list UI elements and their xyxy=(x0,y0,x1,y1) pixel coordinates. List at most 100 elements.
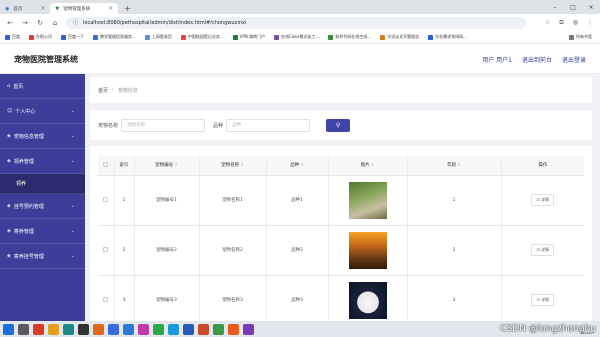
browser-tab-active[interactable]: ▼ 宠物管理系统 × xyxy=(50,3,119,14)
sidebar-item-3[interactable]: ◈ 领养管理 ⌄ xyxy=(0,149,85,174)
extensions-icon[interactable]: ⧉ xyxy=(559,19,563,27)
sidebar-item-6[interactable]: ◈ 寄养管理 ⌄ xyxy=(0,219,85,244)
sort-icon[interactable]: ⇕ xyxy=(241,162,244,167)
chrome-taskbar-icon[interactable] xyxy=(33,323,44,335)
sidebar-item-2[interactable]: ◈ 宠物信息管理 ⌄ xyxy=(0,124,85,149)
home-icon: ⌂ xyxy=(7,83,11,89)
qq-taskbar-icon[interactable] xyxy=(168,323,179,335)
tab-title: 首页 xyxy=(13,6,23,12)
select-all-checkbox[interactable] xyxy=(103,161,109,167)
bookmark-favicon-icon xyxy=(29,34,34,40)
sidebar-item-label: 寄养挂号管理 xyxy=(13,253,44,260)
logout-link[interactable]: 退出登录 xyxy=(562,55,586,64)
bookmark-star-icon[interactable]: ☆ xyxy=(545,19,550,27)
browser-tab-home[interactable]: ◉ 首页 × xyxy=(0,3,50,14)
file-explorer-taskbar-icon[interactable] xyxy=(48,323,59,335)
breadcrumb-home[interactable]: 首页 xyxy=(98,87,108,94)
detail-button[interactable]: ⊡ 详情 xyxy=(531,244,555,256)
bookmark-item[interactable]: 中国校园登记业务... xyxy=(180,34,224,40)
current-user-link[interactable]: 用户 用户1 xyxy=(482,55,512,64)
ppt-taskbar-icon[interactable] xyxy=(198,323,209,335)
col-pet-code[interactable]: 宠物编号 ⇕ xyxy=(134,156,200,176)
search-button[interactable]: ⚲ xyxy=(326,118,351,132)
cell-index: 2 xyxy=(114,225,135,276)
postman-taskbar-icon[interactable] xyxy=(228,323,239,335)
breadcrumb: 首页 / 宠物信息 xyxy=(90,77,592,103)
sidebar-item-7[interactable]: ◈ 寄养挂号管理 ⌄ xyxy=(0,244,85,269)
sidebar-item-4[interactable]: 领养 xyxy=(0,174,85,194)
sort-icon[interactable]: ⇕ xyxy=(371,162,374,167)
detail-button[interactable]: ⊡ 详情 xyxy=(531,294,555,306)
bookmark-item[interactable]: 毕设论文开题报告 xyxy=(380,34,419,40)
table-row[interactable]: 3 宠物编号3 宠物名称3 品种3 3 ⊡ 详情 xyxy=(98,275,584,321)
home-nav-icon[interactable]: ⌂ xyxy=(51,19,59,27)
new-tab-button[interactable]: + xyxy=(118,3,137,14)
close-tab-icon[interactable]: × xyxy=(40,5,45,12)
breed-input[interactable]: 品种 xyxy=(226,118,311,132)
menu-icon[interactable]: ⋮ xyxy=(587,19,593,27)
close-tab-icon[interactable]: × xyxy=(108,5,113,12)
bookmark-item[interactable]: 在职公司 xyxy=(29,34,52,40)
sort-icon[interactable]: ⇕ xyxy=(175,162,178,167)
row-checkbox-cell xyxy=(98,275,115,321)
cell-index: 3 xyxy=(114,275,135,321)
site-info-icon[interactable]: ⓘ xyxy=(73,19,78,26)
sort-icon[interactable]: ⇕ xyxy=(458,162,461,167)
maximize-icon[interactable]: □ xyxy=(564,0,582,14)
table-row[interactable]: 1 宠物编号1 宠物名称1 品种1 1 ⊡ 详情 xyxy=(98,175,584,226)
back-icon[interactable]: ← xyxy=(6,19,14,27)
col-age[interactable]: 年龄 ⇕ xyxy=(407,156,502,176)
bookmark-favicon-icon xyxy=(380,34,386,40)
photos-taskbar-icon[interactable] xyxy=(243,323,254,335)
sort-icon[interactable]: ⇕ xyxy=(301,162,304,167)
start-taskbar-icon[interactable] xyxy=(3,323,14,335)
row-checkbox[interactable] xyxy=(103,246,109,252)
profile-icon[interactable]: ◍ xyxy=(573,19,578,27)
cell-index: 1 xyxy=(114,175,135,226)
to-frontend-link[interactable]: 退出到前台 xyxy=(522,55,552,64)
sidebar-item-0[interactable]: ⌂ 首页 xyxy=(0,74,85,99)
word-taskbar-icon[interactable] xyxy=(183,323,194,335)
bookmark-item[interactable]: 上网登录页 xyxy=(144,34,172,40)
row-checkbox[interactable] xyxy=(103,196,109,202)
reload-icon[interactable]: ↻ xyxy=(36,19,44,27)
tab-favicon-icon: ▼ xyxy=(55,5,60,12)
terminal-taskbar-icon[interactable] xyxy=(78,323,89,335)
idea-taskbar-icon[interactable] xyxy=(138,323,149,335)
forward-icon[interactable]: → xyxy=(21,19,29,27)
minimize-icon[interactable]: – xyxy=(546,0,564,14)
search-taskbar-icon[interactable] xyxy=(18,323,29,335)
bookmark-item[interactable]: 百度一下 xyxy=(61,34,84,40)
detail-button[interactable]: ⊡ 详情 xyxy=(531,194,555,206)
col-breed[interactable]: 品种 ⇕ xyxy=(266,156,329,176)
bookmark-item[interactable]: 软件代码在线生成... xyxy=(328,34,371,40)
close-window-icon[interactable]: × xyxy=(582,0,600,14)
row-checkbox[interactable] xyxy=(103,296,109,302)
url-field[interactable]: ⓘ localhost:8080/pethospital/admin/dist/… xyxy=(66,16,526,29)
bookmark-item[interactable]: 教学管理信息服务... xyxy=(93,34,136,40)
bookmark-favicon-icon xyxy=(428,34,434,40)
bookmark-item[interactable]: VPN 跳转门户 xyxy=(232,34,265,40)
sidebar-item-label: 挂号预约管理 xyxy=(13,203,44,210)
register-icon: ◈ xyxy=(7,253,11,259)
sidebar-item-1[interactable]: ☺ 个人中心 ⌄ xyxy=(0,99,85,124)
navicat-taskbar-icon[interactable] xyxy=(213,323,224,335)
bookmark-item[interactable]: 在线Color格式化工... xyxy=(274,34,319,40)
pet-table-panel: 索引 宠物编号 ⇕ 宠物名称 ⇕ 品种 ⇕ 图片 ⇕ 年龄 ⇕ 操作 1 宠物编号… xyxy=(90,146,592,321)
bookmark-item[interactable]: 毕业需求答辩网... xyxy=(428,34,467,40)
firefox-taskbar-icon[interactable] xyxy=(93,323,104,335)
col-image[interactable]: 图片 ⇕ xyxy=(328,156,408,176)
sidebar-item-5[interactable]: ◈ 挂号预约管理 ⌄ xyxy=(0,194,85,219)
edge-taskbar-icon[interactable] xyxy=(63,323,74,335)
bookmark-item[interactable]: 所有书签 xyxy=(569,34,592,40)
clock-date[interactable]: 2024/6/7 xyxy=(581,331,594,335)
chevron-down-icon: ⌄ xyxy=(70,158,75,164)
table-row[interactable]: 2 宠物编号2 宠物名称2 品种2 2 ⊡ 详情 xyxy=(98,225,584,276)
bookmark-item[interactable]: 百度 xyxy=(5,34,20,40)
chevron-down-icon: ⌄ xyxy=(70,203,75,209)
store-taskbar-icon[interactable] xyxy=(108,323,119,335)
vscode-taskbar-icon[interactable] xyxy=(123,323,134,335)
col-pet-name[interactable]: 宠物名称 ⇕ xyxy=(199,156,267,176)
wechat-taskbar-icon[interactable] xyxy=(153,323,164,335)
pet-name-input[interactable]: 宠物名称 xyxy=(121,118,206,132)
